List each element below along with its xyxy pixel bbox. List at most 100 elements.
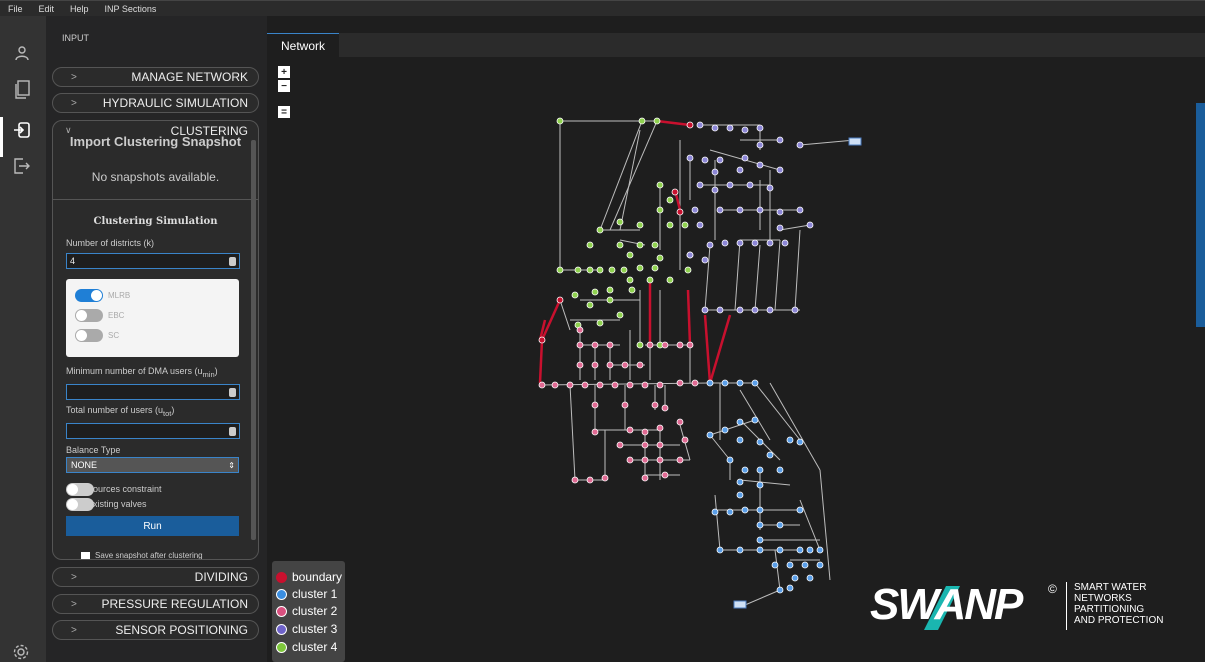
network-node[interactable]: [666, 276, 674, 284]
network-node[interactable]: [776, 521, 784, 529]
network-node[interactable]: [656, 456, 664, 464]
network-node[interactable]: [591, 361, 599, 369]
user-icon[interactable]: [10, 41, 34, 65]
network-node[interactable]: [576, 326, 584, 334]
network-node[interactable]: [586, 301, 594, 309]
tab-network[interactable]: Network: [267, 33, 339, 57]
network-node[interactable]: [538, 336, 546, 344]
network-node[interactable]: [651, 241, 659, 249]
network-node[interactable]: [756, 141, 764, 149]
network-node[interactable]: [756, 161, 764, 169]
network-node[interactable]: [701, 156, 709, 164]
network-node[interactable]: [596, 319, 604, 327]
network-node[interactable]: [721, 239, 729, 247]
network-node[interactable]: [796, 206, 804, 214]
network-node[interactable]: [751, 306, 759, 314]
network-node[interactable]: [766, 451, 774, 459]
network-node[interactable]: [751, 239, 759, 247]
network-node[interactable]: [661, 341, 669, 349]
network-node[interactable]: [796, 438, 804, 446]
network-node[interactable]: [806, 546, 814, 554]
network-node[interactable]: [791, 574, 799, 582]
network-node[interactable]: [746, 181, 754, 189]
network-node[interactable]: [776, 224, 784, 232]
network-node[interactable]: [751, 379, 759, 387]
network-node[interactable]: [616, 311, 624, 319]
network-node[interactable]: [791, 306, 799, 314]
network-node[interactable]: [581, 381, 589, 389]
spinner-icon[interactable]: [229, 388, 236, 397]
network-node[interactable]: [684, 266, 692, 274]
network-node[interactable]: [706, 241, 714, 249]
network-node[interactable]: [736, 306, 744, 314]
section-hydraulic-simulation[interactable]: > HYDRAULIC SIMULATION: [52, 93, 259, 113]
network-node[interactable]: [711, 124, 719, 132]
network-node[interactable]: [776, 546, 784, 554]
save-snapshot-checkbox[interactable]: [81, 552, 90, 559]
network-node[interactable]: [776, 136, 784, 144]
zoom-out-button[interactable]: −: [278, 80, 290, 92]
network-node[interactable]: [681, 221, 689, 229]
network-node[interactable]: [776, 208, 784, 216]
network-node[interactable]: [586, 476, 594, 484]
network-node[interactable]: [716, 206, 724, 214]
network-node[interactable]: [721, 379, 729, 387]
tank-icon[interactable]: [733, 600, 747, 609]
network-node[interactable]: [538, 381, 546, 389]
network-node[interactable]: [736, 379, 744, 387]
network-node[interactable]: [681, 436, 689, 444]
network-node[interactable]: [756, 466, 764, 474]
network-node[interactable]: [706, 431, 714, 439]
network-node[interactable]: [636, 341, 644, 349]
network-node[interactable]: [591, 288, 599, 296]
network-node[interactable]: [726, 508, 734, 516]
network-node[interactable]: [741, 466, 749, 474]
network-node[interactable]: [686, 121, 694, 129]
network-node[interactable]: [741, 506, 749, 514]
network-node[interactable]: [591, 428, 599, 436]
network-node[interactable]: [796, 506, 804, 514]
network-node[interactable]: [606, 361, 614, 369]
network-node[interactable]: [786, 561, 794, 569]
network-node[interactable]: [736, 239, 744, 247]
network-node[interactable]: [596, 381, 604, 389]
network-node[interactable]: [716, 546, 724, 554]
network-node[interactable]: [756, 206, 764, 214]
network-node[interactable]: [626, 381, 634, 389]
network-node[interactable]: [596, 226, 604, 234]
network-node[interactable]: [766, 184, 774, 192]
network-node[interactable]: [676, 418, 684, 426]
network-node[interactable]: [641, 428, 649, 436]
network-node[interactable]: [676, 456, 684, 464]
network-node[interactable]: [606, 296, 614, 304]
network-node[interactable]: [801, 561, 809, 569]
network-node[interactable]: [621, 401, 629, 409]
network-node[interactable]: [696, 121, 704, 129]
network-node[interactable]: [628, 286, 636, 294]
network-node[interactable]: [796, 546, 804, 554]
network-node[interactable]: [591, 401, 599, 409]
network-node[interactable]: [756, 438, 764, 446]
menu-help[interactable]: Help: [62, 4, 97, 14]
menu-inp-sections[interactable]: INP Sections: [97, 4, 165, 14]
network-node[interactable]: [806, 574, 814, 582]
network-node[interactable]: [776, 166, 784, 174]
network-node[interactable]: [606, 341, 614, 349]
section-pressure-regulation[interactable]: > PRESSURE REGULATION: [52, 594, 259, 614]
run-button[interactable]: Run: [66, 516, 239, 536]
gear-icon[interactable]: [12, 643, 30, 661]
zoom-in-button[interactable]: +: [278, 66, 290, 78]
clustering-header[interactable]: ∨ CLUSTERING: [53, 121, 258, 138]
network-node[interactable]: [726, 181, 734, 189]
network-node[interactable]: [751, 416, 759, 424]
network-node[interactable]: [691, 206, 699, 214]
network-node[interactable]: [671, 188, 679, 196]
network-node[interactable]: [636, 361, 644, 369]
network-node[interactable]: [756, 536, 764, 544]
network-node[interactable]: [766, 306, 774, 314]
network-canvas[interactable]: [267, 57, 1205, 662]
network-node[interactable]: [616, 218, 624, 226]
network-node[interactable]: [641, 441, 649, 449]
network-node[interactable]: [571, 291, 579, 299]
network-node[interactable]: [806, 221, 814, 229]
